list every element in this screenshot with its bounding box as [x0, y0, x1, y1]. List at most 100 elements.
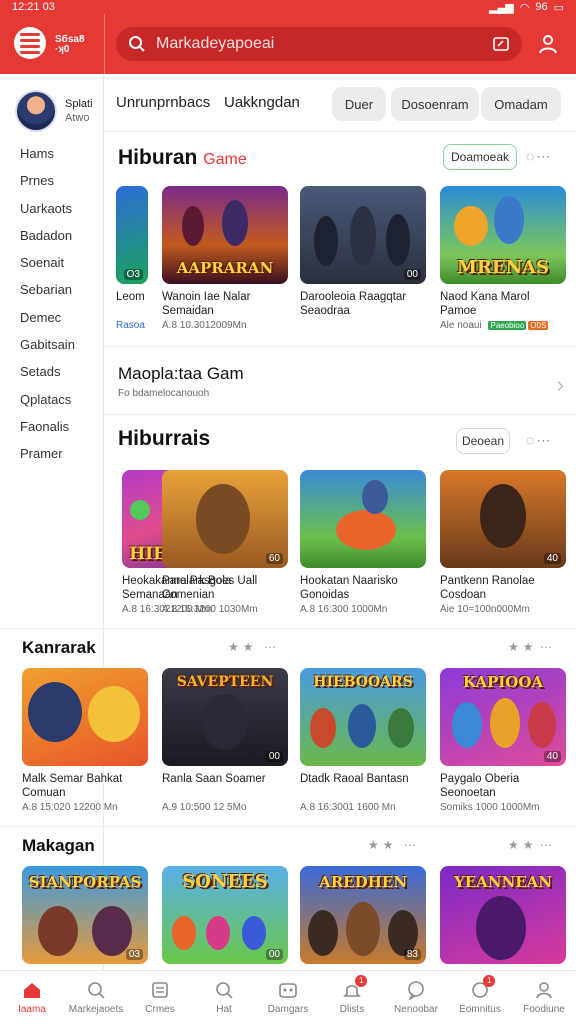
more-icon[interactable]: ◌⋯ — [526, 432, 552, 449]
game-thumbnail[interactable]: KAPIOOA 40 — [440, 668, 566, 766]
nav-item-list[interactable]: Crmes — [128, 971, 192, 1024]
game-card[interactable]: 60 Parolark Boes Uall Comenian A.8 15:32… — [162, 470, 288, 615]
nav-item-games[interactable]: Damgars — [256, 971, 320, 1024]
filter-chip[interactable]: Duer — [332, 87, 386, 121]
nav-item-search[interactable]: Hat — [192, 971, 256, 1024]
filter-chip[interactable]: Dosoenram — [391, 87, 479, 121]
game-thumbnail[interactable]: AREDHEN 83 — [300, 866, 426, 964]
wifi-icon: ◠ — [519, 1, 530, 14]
menu-logo-icon[interactable] — [14, 27, 46, 59]
nav-item-messages[interactable]: 1 Eomnitus — [448, 971, 512, 1024]
nav-item-chat[interactable]: Nenoobar — [384, 971, 448, 1024]
more-icon[interactable]: ⋯ — [540, 640, 556, 654]
card-meta-text: Ale noaui — [440, 320, 482, 331]
sidebar-item[interactable]: Prnes — [0, 167, 103, 194]
game-card[interactable]: Malk Semar Bahkat Comuan A.8 15:020 1220… — [22, 668, 148, 813]
card-title: Darooleoia Raagqtar Seaodraa — [300, 291, 407, 317]
section-title: Hiburan Game — [118, 146, 247, 170]
battery-icon: ▭ — [553, 1, 564, 14]
game-card[interactable]: KAPIOOA 40 Paygalo Oberia Seonoetan Somi… — [440, 668, 566, 813]
card-meta: Somiks 1000 1000Mm — [440, 802, 540, 813]
nav-label: Nenoobar — [394, 1004, 438, 1015]
sidebar-item[interactable]: Soenait — [0, 249, 103, 276]
sidebar-item[interactable]: Uarkaots — [0, 195, 103, 222]
game-thumbnail[interactable]: 60 — [162, 470, 288, 568]
game-thumbnail[interactable]: SIANPORPAS 03 — [22, 866, 148, 964]
game-card[interactable]: HIEBOOARS Dtadk Raoal Bantasn A.8 16:300… — [300, 668, 426, 813]
card-badge: 83 — [403, 949, 421, 960]
game-thumbnail[interactable]: AAPRARAN — [162, 186, 288, 284]
more-icon[interactable]: ⋯ — [404, 838, 420, 852]
more-icon[interactable]: ◌⋯ — [526, 148, 552, 165]
chevron-right-icon[interactable]: › — [557, 372, 564, 398]
game-thumbnail[interactable]: SONEES 00 — [162, 866, 288, 964]
avatar[interactable] — [15, 90, 57, 132]
card-art-title: SONEES — [182, 871, 268, 892]
status-time: 12:21 03 — [12, 1, 55, 13]
card-meta: Rasoa — [116, 320, 145, 331]
nav-item-profile[interactable]: Foodiune — [512, 971, 576, 1024]
game-thumbnail[interactable]: HIEBOOARS — [300, 668, 426, 766]
divider — [0, 628, 576, 629]
section-action-button[interactable]: Deoean — [456, 428, 510, 454]
promo-subtitle: Fo bdamelocanouoh — [118, 388, 210, 399]
nav-label: Damgars — [267, 1004, 309, 1015]
nav-label: Hat — [216, 1004, 232, 1015]
rating-icon: ★★ — [228, 640, 258, 654]
filter-chip[interactable]: Omadam — [481, 87, 561, 121]
sidebar-item[interactable]: Badadon — [0, 222, 103, 249]
profile-subtitle: Atwo — [65, 112, 90, 124]
game-card[interactable]: Hookatan Naarisko Gonoidas A.8 16:300 10… — [300, 470, 426, 615]
search-bar[interactable]: Markadeyapoeai — [116, 27, 522, 61]
tab-primary[interactable]: Unrunprnbacs — [116, 94, 210, 111]
section-title: Makagan — [22, 836, 95, 855]
card-title: Pantkenn Ranolae Cosdoan — [440, 575, 535, 601]
game-thumbnail[interactable] — [300, 470, 426, 568]
tab-secondary[interactable]: Uakkngdan — [224, 94, 300, 111]
game-thumbnail[interactable]: 40 — [440, 470, 566, 568]
game-thumbnail[interactable]: YEANNEAN — [440, 866, 566, 964]
card-title: Paygalo Oberia Seonoetan — [440, 773, 520, 799]
game-card[interactable]: 00 Darooleoia Raagqtar Seaodraa — [300, 186, 426, 320]
sidebar-item[interactable]: Demec — [0, 304, 103, 331]
game-card[interactable]: 40 Pantkenn Ranolae Cosdoan Aie 10=100n0… — [440, 470, 566, 615]
more-icon[interactable]: ⋯ — [540, 838, 556, 852]
top-app-bar: Sбsa8 ·ʞ0 Markadeyapoeai — [0, 14, 576, 74]
game-card[interactable]: YEANNEAN — [440, 866, 566, 964]
game-thumbnail[interactable]: MRENAS — [440, 186, 566, 284]
game-card[interactable]: O3 Leom Rasoa — [116, 186, 148, 331]
sidebar-item[interactable]: Qplatacs — [0, 386, 103, 413]
game-card[interactable]: SAVEPTEEN 00 Ranla Saan Soamer A.9 10:50… — [162, 668, 288, 813]
sidebar-item[interactable]: Setads — [0, 358, 103, 385]
nav-item-market[interactable]: Markejaoets — [64, 971, 128, 1024]
game-card[interactable]: SONEES 00 — [162, 866, 288, 964]
profile[interactable]: Splati Atwo — [0, 74, 103, 138]
card-art-title: AREDHEN — [319, 873, 407, 891]
nav-item-notifications[interactable]: 1 Dlists — [320, 971, 384, 1024]
card-title: Malk Semar Bahkat Comuan — [22, 773, 123, 799]
sidebar-item[interactable]: Hams — [0, 140, 103, 167]
game-card[interactable]: MRENAS Naod Kana Marol Pamoe Ale noaui P… — [440, 186, 566, 331]
game-card[interactable]: AREDHEN 83 — [300, 866, 426, 964]
divider — [0, 826, 576, 827]
section-action-button[interactable]: Doamoeak — [443, 144, 517, 170]
sidebar-item[interactable]: Faonalis — [0, 413, 103, 440]
promo-row[interactable]: Maopla:taa Gam Fo bdamelocanouoh › — [118, 364, 564, 412]
game-thumbnail[interactable] — [22, 668, 148, 766]
game-thumbnail[interactable]: SAVEPTEEN 00 — [162, 668, 288, 766]
game-card[interactable]: SIANPORPAS 03 — [22, 866, 148, 964]
nav-item-home[interactable]: Iaama — [0, 971, 64, 1024]
account-icon[interactable] — [536, 32, 560, 56]
search-icon — [129, 36, 145, 52]
card-title: Leom — [116, 291, 145, 303]
game-thumbnail[interactable]: 00 — [300, 186, 426, 284]
sidebar-item[interactable]: Gabitsain — [0, 331, 103, 358]
game-thumbnail[interactable]: O3 — [116, 186, 148, 284]
game-card[interactable]: AAPRARAN Wanoin Iae Nalar Semaidan A.8 1… — [162, 186, 288, 331]
more-icon[interactable]: ⋯ — [264, 640, 280, 654]
person-icon — [536, 982, 552, 999]
sidebar-item[interactable]: Pramer — [0, 440, 103, 467]
search-input[interactable]: Markadeyapoeai — [156, 35, 492, 53]
sidebar-item[interactable]: Sebarian — [0, 276, 103, 303]
edit-icon[interactable] — [492, 35, 510, 53]
